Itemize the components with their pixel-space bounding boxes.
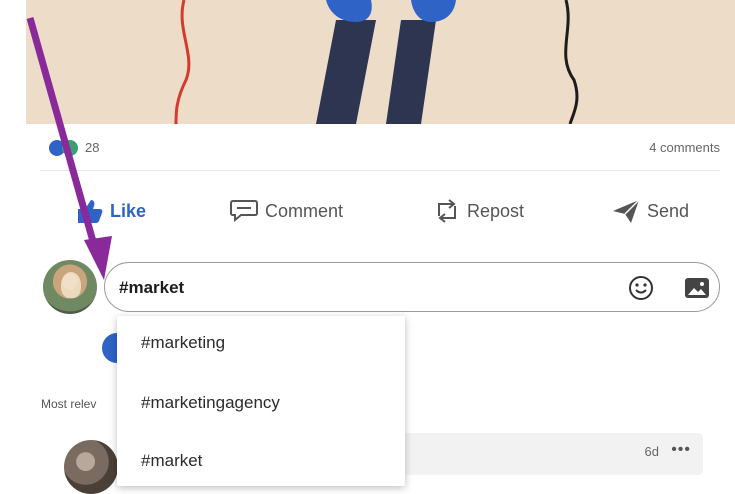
paper-plane-icon <box>613 199 640 223</box>
comments-count[interactable]: 4 comments <box>649 140 720 155</box>
comment-time: 6d <box>644 444 659 459</box>
post-illustration <box>174 0 579 124</box>
divider <box>40 170 720 171</box>
send-button[interactable]: Send <box>611 196 689 226</box>
comment-button[interactable]: Comment <box>229 196 343 226</box>
like-button[interactable]: Like <box>74 196 146 226</box>
repost-label: Repost <box>467 200 525 221</box>
repost-button[interactable]: Repost <box>433 196 524 226</box>
send-label: Send <box>647 200 690 221</box>
speech-bubble-icon <box>230 200 258 223</box>
reaction-icons[interactable] <box>48 138 84 158</box>
smiley-icon[interactable] <box>628 275 654 301</box>
reaction-count[interactable]: 28 <box>85 140 99 155</box>
sort-comments-label[interactable]: Most relev <box>41 397 96 411</box>
social-counts-bar: 28 4 comments <box>40 132 730 164</box>
photo-icon[interactable] <box>683 276 711 300</box>
post-image[interactable] <box>26 0 735 124</box>
repost-arrows-icon <box>438 199 456 223</box>
thumbs-up-icon <box>78 200 103 223</box>
comment-label: Comment <box>265 200 344 221</box>
hashtag-suggestion[interactable]: #marketingagency <box>141 393 280 413</box>
commenter-avatar[interactable] <box>64 440 118 494</box>
more-dots-icon[interactable]: ••• <box>671 441 691 459</box>
hashtag-suggestions-dropdown: #marketing #marketingagency #market <box>117 316 405 486</box>
hashtag-suggestion[interactable]: #marketing <box>141 333 225 353</box>
comment-input-field[interactable]: #market <box>104 262 720 312</box>
like-label: Like <box>110 200 147 221</box>
hashtag-suggestion[interactable]: #market <box>141 451 202 471</box>
comment-preview: 6d ••• <box>403 433 703 475</box>
current-user-avatar[interactable] <box>43 260 97 314</box>
comment-input-text[interactable]: #market <box>119 278 184 298</box>
